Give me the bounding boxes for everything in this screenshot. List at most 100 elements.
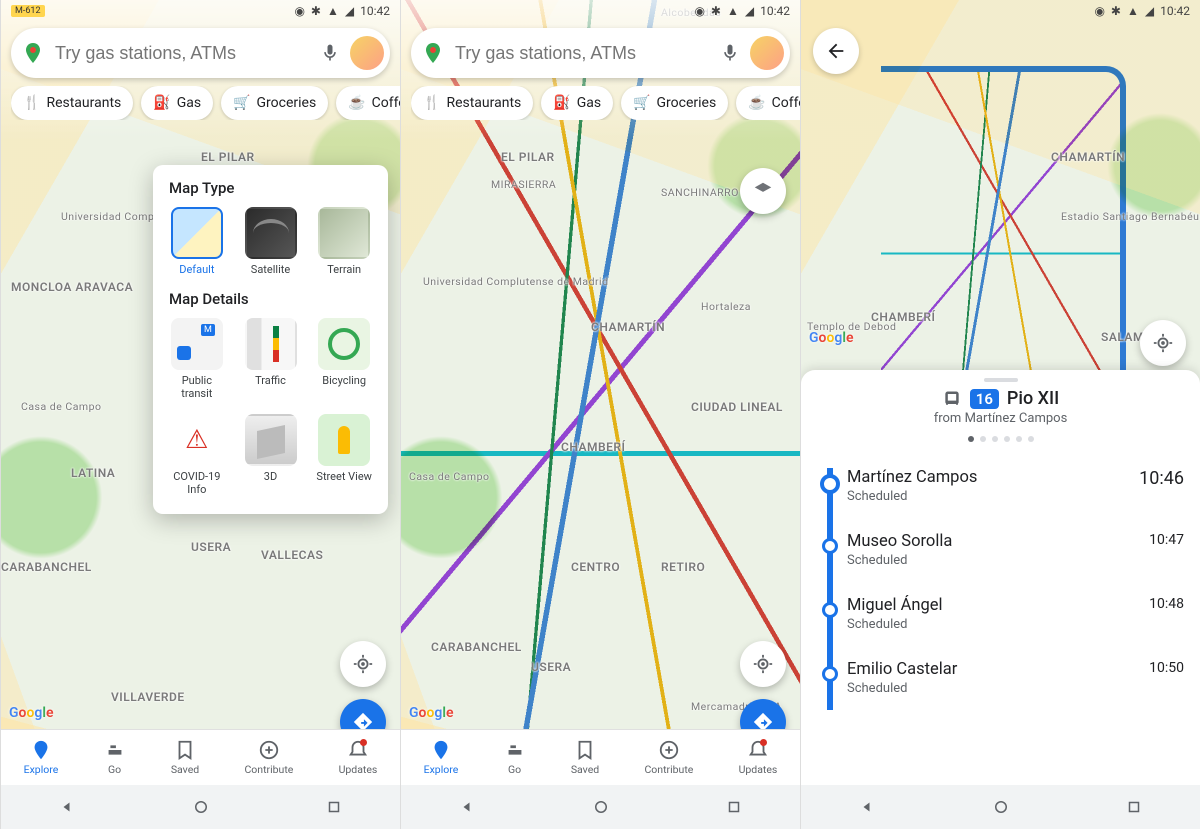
stops-list[interactable]: Martínez Campos Scheduled 10:46 Museo Sorol… xyxy=(801,450,1200,710)
sys-back[interactable] xyxy=(59,798,77,816)
signal-icon: ◢ xyxy=(345,4,354,18)
stop-name: Emilio Castelar xyxy=(847,660,957,679)
detail-transit[interactable]: Public transit xyxy=(167,318,227,400)
location-status-icon: ◉ xyxy=(294,4,304,18)
map-details-heading: Map Details xyxy=(169,290,374,308)
google-watermark: Google xyxy=(9,705,54,721)
route-sheet[interactable]: 16 Pio XII from Martínez Campos Martínez… xyxy=(801,370,1200,785)
my-location-button[interactable] xyxy=(1140,320,1186,366)
detail-streetview[interactable]: Street View xyxy=(314,414,374,496)
map-type-satellite[interactable]: Satellite xyxy=(241,207,301,276)
chip-restaurants[interactable]: 🍴Restaurants xyxy=(11,86,133,120)
search-bar[interactable] xyxy=(411,28,790,78)
satellite-thumb-icon xyxy=(245,207,297,259)
my-location-button[interactable] xyxy=(740,641,786,687)
stop-status: Scheduled xyxy=(847,681,957,696)
stop-time: 10:48 xyxy=(1149,596,1184,612)
back-button[interactable] xyxy=(813,28,859,74)
grocery-icon: 🛒 xyxy=(633,95,650,111)
restaurant-icon: 🍴 xyxy=(423,95,440,111)
detail-covid[interactable]: COVID-19 Info xyxy=(167,414,227,496)
detail-traffic[interactable]: Traffic xyxy=(241,318,301,400)
bike-thumb-icon xyxy=(318,318,370,370)
covid-thumb-icon xyxy=(171,414,223,466)
nav-updates[interactable]: Updates xyxy=(339,739,378,776)
mic-icon[interactable] xyxy=(320,43,340,63)
chip-restaurants[interactable]: 🍴Restaurants xyxy=(411,86,533,120)
chip-coffee[interactable]: ☕Coffee xyxy=(736,86,800,120)
sys-recent[interactable] xyxy=(1125,798,1143,816)
gas-icon: ⛽ xyxy=(553,95,570,111)
stop-row[interactable]: Emilio Castelar Scheduled 10:50 xyxy=(847,646,1184,710)
stop-row[interactable]: Martínez Campos Scheduled 10:46 xyxy=(847,454,1184,518)
coffee-icon: ☕ xyxy=(748,95,765,111)
nav-contribute[interactable]: Contribute xyxy=(244,739,293,776)
sys-home[interactable] xyxy=(992,798,1010,816)
chip-groceries[interactable]: 🛒Groceries xyxy=(621,86,728,120)
maps-logo-icon xyxy=(421,41,445,65)
stop-row[interactable]: Museo SorollaScheduled10:47 xyxy=(847,518,1184,582)
google-watermark: Google xyxy=(409,705,454,721)
map-type-heading: Map Type xyxy=(169,179,374,197)
terrain-thumb-icon xyxy=(318,207,370,259)
stop-time: 10:50 xyxy=(1149,660,1184,676)
nav-go[interactable]: Go xyxy=(104,739,126,776)
system-nav xyxy=(801,785,1200,829)
sys-recent[interactable] xyxy=(725,798,743,816)
sys-recent[interactable] xyxy=(325,798,343,816)
my-location-button[interactable] xyxy=(340,641,386,687)
clock: 10:42 xyxy=(360,4,390,18)
streetview-thumb-icon xyxy=(318,414,370,466)
map-type-terrain[interactable]: Terrain xyxy=(314,207,374,276)
stop-time: 10:46 xyxy=(1139,468,1184,489)
nav-explore[interactable]: Explore xyxy=(24,739,59,776)
mic-icon[interactable] xyxy=(720,43,740,63)
account-avatar[interactable] xyxy=(750,36,784,70)
sys-back[interactable] xyxy=(859,798,877,816)
map-type-default[interactable]: Default xyxy=(167,207,227,276)
bottom-nav: Explore Go Saved Contribute Updates xyxy=(1,729,400,785)
system-nav xyxy=(401,785,800,829)
drag-handle-icon[interactable] xyxy=(984,378,1018,382)
sys-home[interactable] xyxy=(192,798,210,816)
detail-3d[interactable]: 3D xyxy=(241,414,301,496)
layers-button[interactable] xyxy=(740,168,786,214)
chip-gas[interactable]: ⛽Gas xyxy=(141,86,213,120)
bluetooth-icon: ✱ xyxy=(311,4,321,18)
chip-gas[interactable]: ⛽Gas xyxy=(541,86,613,120)
stop-name: Miguel Ángel xyxy=(847,596,943,615)
google-watermark: Google xyxy=(809,330,854,346)
maps-logo-icon xyxy=(21,41,45,65)
chip-coffee[interactable]: ☕Coffee xyxy=(336,86,400,120)
page-dots[interactable] xyxy=(801,436,1200,442)
chip-groceries[interactable]: 🛒Groceries xyxy=(221,86,328,120)
stop-status: Scheduled xyxy=(847,489,977,504)
status-bar: M-612 ◉ ✱ ▲ ◢ 10:42 xyxy=(1,0,400,22)
route-dest: Pio XII xyxy=(1007,388,1059,409)
category-chip-row: 🍴Restaurants ⛽Gas 🛒Groceries ☕Coffee xyxy=(11,86,400,120)
stop-row[interactable]: Miguel ÁngelScheduled10:48 xyxy=(847,582,1184,646)
nav-updates[interactable]: Updates xyxy=(739,739,778,776)
stop-name: Martínez Campos xyxy=(847,468,977,487)
nav-explore[interactable]: Explore xyxy=(424,739,459,776)
sys-home[interactable] xyxy=(592,798,610,816)
traffic-thumb-icon xyxy=(245,318,297,370)
nav-saved[interactable]: Saved xyxy=(171,739,199,776)
wifi-icon: ▲ xyxy=(327,4,339,18)
search-input[interactable] xyxy=(455,43,710,64)
search-bar[interactable] xyxy=(11,28,390,78)
category-chip-row: 🍴Restaurants ⛽Gas 🛒Groceries ☕Coffee xyxy=(411,86,800,120)
nav-go[interactable]: Go xyxy=(504,739,526,776)
stop-status: Scheduled xyxy=(847,553,952,568)
bus-number-badge: 16 xyxy=(970,389,999,409)
sys-back[interactable] xyxy=(459,798,477,816)
status-bar: ◉✱▲◢10:42 xyxy=(801,0,1200,22)
default-thumb-icon xyxy=(171,207,223,259)
nav-saved[interactable]: Saved xyxy=(571,739,599,776)
search-input[interactable] xyxy=(55,43,310,64)
coffee-icon: ☕ xyxy=(348,95,365,111)
bottom-nav: Explore Go Saved Contribute Updates xyxy=(401,729,800,785)
detail-bicycling[interactable]: Bicycling xyxy=(314,318,374,400)
account-avatar[interactable] xyxy=(350,36,384,70)
nav-contribute[interactable]: Contribute xyxy=(644,739,693,776)
